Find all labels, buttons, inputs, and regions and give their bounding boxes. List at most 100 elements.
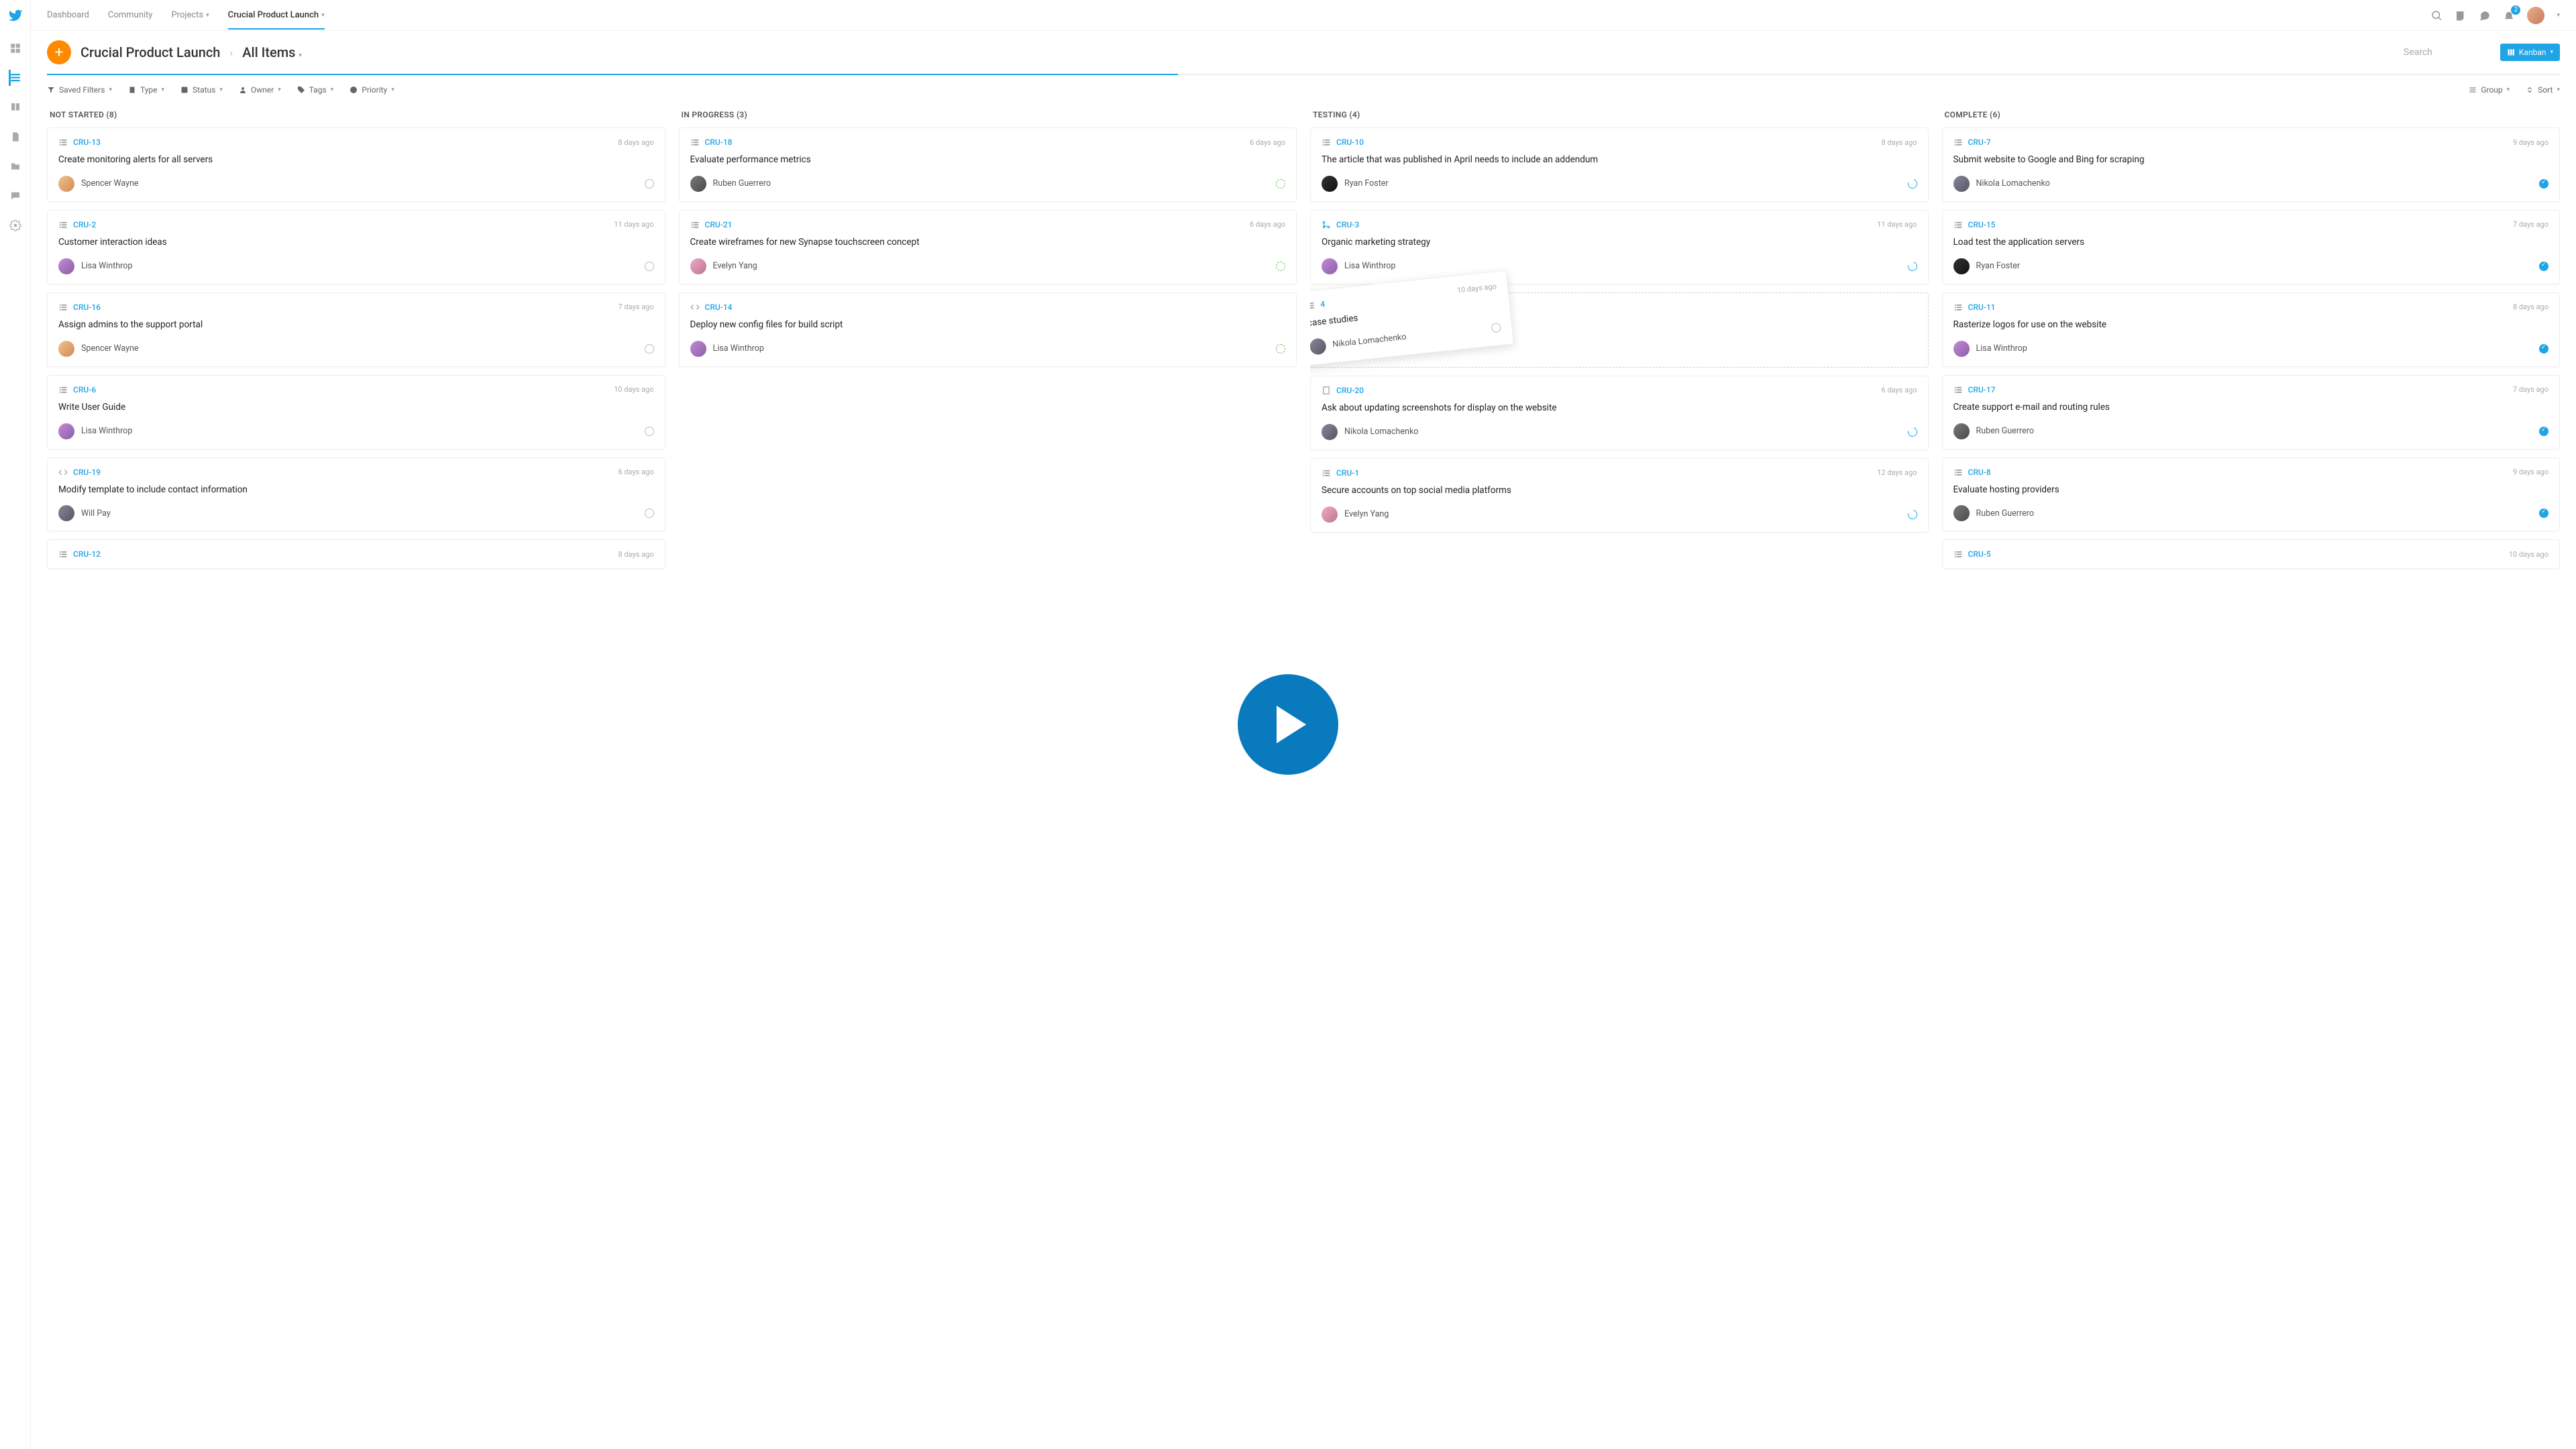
card-id[interactable]: CRU-18: [705, 138, 733, 147]
chevron-down-icon[interactable]: ▾: [2557, 12, 2560, 19]
card-id[interactable]: CRU-13: [73, 138, 101, 147]
kanban-card[interactable]: CRU-8 9 days ago Evaluate hosting provid…: [1942, 458, 2561, 532]
card-id[interactable]: CRU-14: [705, 303, 733, 312]
assignee-avatar[interactable]: [1953, 505, 1970, 521]
nav-current-project[interactable]: Crucial Product Launch ▾: [228, 10, 325, 30]
card-id[interactable]: CRU-12: [73, 549, 101, 559]
assignee-avatar[interactable]: [690, 258, 706, 274]
card-id[interactable]: CRU-1: [1336, 468, 1359, 478]
kanban-card[interactable]: CRU-13 8 days ago Create monitoring aler…: [47, 127, 665, 202]
assignee-avatar[interactable]: [1322, 176, 1338, 192]
kanban-card[interactable]: CRU-12 8 days ago: [47, 539, 665, 569]
kanban-card[interactable]: CRU-5 10 days ago: [1942, 539, 2561, 569]
dragging-card[interactable]: 410 days ago case studies Nikola Lomache…: [1310, 270, 1514, 366]
rail-dashboard-icon[interactable]: [9, 42, 22, 55]
rail-book-icon[interactable]: [9, 101, 22, 114]
breadcrumb-project[interactable]: Crucial Product Launch: [80, 44, 220, 60]
card-age: 6 days ago: [1250, 138, 1285, 147]
assignee-name: Lisa Winthrop: [1976, 343, 2027, 354]
rail-doc-icon[interactable]: [9, 130, 22, 144]
filter-saved[interactable]: Saved Filters▾: [47, 85, 112, 95]
kanban-card[interactable]: CRU-3 11 days ago Organic marketing stra…: [1310, 210, 1929, 284]
type-icon: [58, 303, 68, 312]
kanban-card[interactable]: CRU-15 7 days ago Load test the applicat…: [1942, 210, 2561, 284]
card-id[interactable]: CRU-8: [1968, 468, 1991, 477]
kanban-card[interactable]: CRU-7 9 days ago Submit website to Googl…: [1942, 127, 2561, 202]
status-icon: [1276, 262, 1285, 271]
card-id[interactable]: CRU-21: [705, 220, 733, 229]
kanban-card[interactable]: CRU-21 6 days ago Create wireframes for …: [679, 210, 1297, 284]
kanban-card[interactable]: CRU-1 12 days ago Secure accounts on top…: [1310, 458, 1929, 533]
assignee-avatar[interactable]: [58, 341, 74, 357]
assignee-avatar[interactable]: [1322, 258, 1338, 274]
drop-zone[interactable]: 410 days ago case studies Nikola Lomache…: [1310, 292, 1929, 368]
card-id[interactable]: CRU-15: [1968, 220, 1996, 229]
card-id[interactable]: CRU-6: [73, 385, 96, 394]
card-id[interactable]: CRU-16: [73, 303, 101, 312]
assignee-avatar[interactable]: [58, 176, 74, 192]
assignee-avatar[interactable]: [1953, 176, 1970, 192]
nav-projects[interactable]: Projects ▾: [171, 10, 209, 20]
kanban-card[interactable]: CRU-10 8 days ago The article that was p…: [1310, 127, 1929, 202]
note-icon[interactable]: [2455, 9, 2467, 21]
rail-folder-icon[interactable]: [9, 160, 22, 173]
bell-icon[interactable]: 2: [2503, 9, 2515, 21]
assignee-avatar[interactable]: [58, 258, 74, 274]
assignee-avatar[interactable]: [690, 176, 706, 192]
assignee-avatar[interactable]: [1953, 341, 1970, 357]
kanban-card[interactable]: CRU-2 11 days ago Customer interaction i…: [47, 210, 665, 284]
filter-sort[interactable]: Sort▾: [2526, 85, 2560, 95]
assignee-avatar[interactable]: [1953, 258, 1970, 274]
kanban-card[interactable]: CRU-20 6 days ago Ask about updating scr…: [1310, 376, 1929, 450]
kanban-card[interactable]: CRU-16 7 days ago Assign admins to the s…: [47, 292, 665, 367]
assignee-avatar[interactable]: [1322, 424, 1338, 440]
assignee-avatar[interactable]: [690, 341, 706, 357]
card-id[interactable]: CRU-7: [1968, 138, 1991, 147]
card-id[interactable]: CRU-3: [1336, 220, 1359, 229]
assignee-avatar[interactable]: [58, 423, 74, 439]
filter-tags[interactable]: Tags▾: [297, 85, 334, 95]
app-logo[interactable]: [8, 8, 23, 25]
kanban-card[interactable]: CRU-19 6 days ago Modify template to inc…: [47, 458, 665, 532]
kanban-card[interactable]: CRU-11 8 days ago Rasterize logos for us…: [1942, 292, 2561, 367]
filter-status[interactable]: Status▾: [180, 85, 223, 95]
view-toggle-kanban[interactable]: Kanban ▾: [2500, 44, 2560, 61]
chat-icon[interactable]: [2479, 9, 2491, 21]
nav-community[interactable]: Community: [108, 10, 153, 20]
filter-type[interactable]: Type▾: [128, 85, 164, 95]
status-icon: [645, 427, 654, 436]
card-age: 10 days ago: [2509, 550, 2548, 559]
kanban-card[interactable]: CRU-17 7 days ago Create support e-mail …: [1942, 375, 2561, 449]
card-id[interactable]: CRU-20: [1336, 386, 1364, 395]
assignee-avatar[interactable]: [1953, 423, 1970, 439]
kanban-card[interactable]: CRU-18 6 days ago Evaluate performance m…: [679, 127, 1297, 202]
card-id[interactable]: CRU-2: [73, 220, 96, 229]
assignee-avatar[interactable]: [1322, 506, 1338, 523]
filter-owner[interactable]: Owner▾: [239, 85, 281, 95]
status-icon: [1276, 179, 1285, 189]
assignee-name: Nikola Lomachenko: [1344, 427, 1418, 437]
kanban-card[interactable]: CRU-6 10 days ago Write User Guide Lisa …: [47, 375, 665, 449]
status-icon: [1491, 323, 1501, 333]
card-id[interactable]: CRU-19: [73, 468, 101, 477]
breadcrumb-scope[interactable]: All Items ▾: [242, 44, 302, 60]
card-id[interactable]: CRU-17: [1968, 385, 1996, 394]
filter-group[interactable]: Group▾: [2469, 85, 2510, 95]
search-input[interactable]: Search: [2397, 43, 2491, 62]
user-avatar[interactable]: [2527, 7, 2544, 24]
filter-priority[interactable]: Priority▾: [350, 85, 394, 95]
card-id[interactable]: CRU-5: [1968, 549, 1991, 559]
rail-settings-icon[interactable]: [9, 219, 22, 232]
rail-chat-icon[interactable]: [9, 189, 22, 203]
kanban-card[interactable]: CRU-14 Deploy new config files for build…: [679, 292, 1297, 367]
card-id[interactable]: CRU-11: [1968, 303, 1996, 312]
search-icon[interactable]: [2430, 9, 2443, 21]
add-button[interactable]: +: [47, 40, 71, 64]
progress-bar: [47, 74, 2560, 75]
assignee-name: Lisa Winthrop: [81, 261, 132, 271]
assignee-avatar[interactable]: [58, 505, 74, 521]
play-video-button[interactable]: [1238, 674, 1338, 775]
nav-dashboard[interactable]: Dashboard: [47, 10, 89, 20]
rail-board-icon[interactable]: [9, 71, 22, 85]
card-id[interactable]: CRU-10: [1336, 138, 1364, 147]
